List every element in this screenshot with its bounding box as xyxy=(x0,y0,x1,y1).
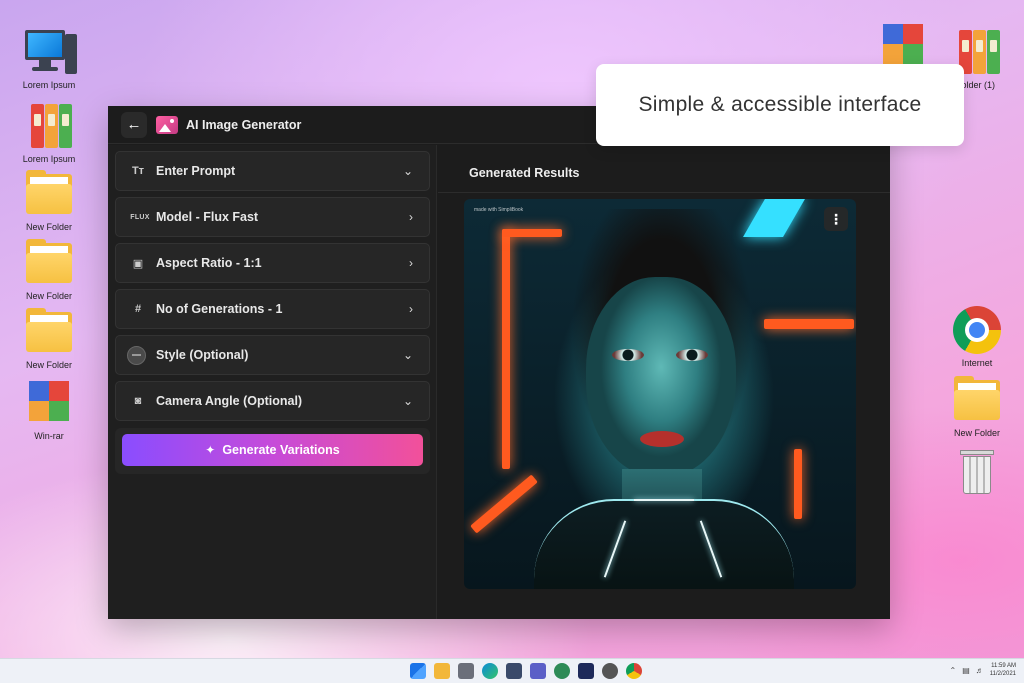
generate-container: ✦ Generate Variations xyxy=(115,428,430,474)
aspect-ratio-icon: ▣ xyxy=(132,257,144,270)
option-label: Model - Flux Fast xyxy=(156,210,259,224)
option-label: Camera Angle (Optional) xyxy=(156,394,303,408)
option-style[interactable]: Style (Optional) ⌄ xyxy=(115,335,430,375)
maps-icon[interactable] xyxy=(554,663,570,679)
file-explorer-icon[interactable] xyxy=(434,663,450,679)
chrome-icon xyxy=(951,304,1003,356)
camera-app-icon[interactable] xyxy=(458,663,474,679)
clock-date: 11/2/2021 xyxy=(989,671,1016,677)
text-icon: Tт xyxy=(131,165,145,177)
chrome-taskbar-icon[interactable] xyxy=(626,663,642,679)
folder-icon xyxy=(23,306,75,358)
desktop-icon-folder-3[interactable]: New Folder xyxy=(14,306,84,371)
desktop-icon-binders[interactable]: Lorem Ipsum xyxy=(14,100,84,165)
option-label: Aspect Ratio - 1:1 xyxy=(156,256,262,270)
app-window: ← AI Image Generator Tт Enter Prompt ⌄ F… xyxy=(108,106,890,619)
more-vertical-icon: ⋮ xyxy=(829,211,843,227)
image-watermark: made with SimpliBook xyxy=(474,207,524,213)
desktop-icon-internet[interactable]: Internet xyxy=(942,304,1012,369)
desktop-icon-folder-right[interactable]: New Folder xyxy=(942,374,1012,439)
option-label: No of Generations - 1 xyxy=(156,302,283,316)
camera-icon: ◙ xyxy=(134,395,142,407)
computer-icon xyxy=(23,26,77,78)
network-icon[interactable]: ▤ xyxy=(962,666,970,675)
active-app-icon[interactable] xyxy=(578,663,594,679)
option-model[interactable]: FLUX Model - Flux Fast › xyxy=(115,197,430,237)
chevron-right-icon: › xyxy=(409,210,413,224)
taskbar: ⌃ ▤ ♬ 11:59 AM 11/2/2021 xyxy=(0,658,1024,683)
flux-icon: FLUX xyxy=(130,213,150,221)
feature-callout: Simple & accessible interface xyxy=(596,64,964,146)
chevron-right-icon: › xyxy=(409,302,413,316)
desktop-icon-recycle-bin[interactable] xyxy=(942,446,1012,498)
more-options-button[interactable]: ⋮ xyxy=(824,207,848,231)
callout-text: Simple & accessible interface xyxy=(638,93,922,116)
desktop-icon-label: New Folder xyxy=(25,360,72,370)
folder-icon xyxy=(23,168,75,220)
generate-button-label: Generate Variations xyxy=(222,443,340,457)
settings-gear-icon[interactable] xyxy=(602,663,618,679)
desktop-icon-label: Lorem Ipsum xyxy=(22,80,76,90)
chevron-down-icon: ⌄ xyxy=(402,164,413,178)
winrar-icon xyxy=(23,377,75,429)
results-title: Generated Results xyxy=(469,166,580,180)
windows-start-icon[interactable] xyxy=(410,663,426,679)
style-icon xyxy=(126,345,148,365)
back-button[interactable]: ← xyxy=(121,111,147,138)
desktop-icon-label: folder (1) xyxy=(958,80,995,90)
sparkle-icon: ✦ xyxy=(205,443,216,457)
store-icon[interactable] xyxy=(506,663,522,679)
chevron-down-icon: ⌄ xyxy=(402,394,413,408)
recycle-bin-icon xyxy=(951,446,1003,498)
option-label: Style (Optional) xyxy=(156,348,249,362)
system-tray: ⌃ ▤ ♬ 11:59 AM 11/2/2021 xyxy=(949,662,1016,678)
volume-icon[interactable]: ♬ xyxy=(976,666,984,675)
settings-panel: Tт Enter Prompt ⌄ FLUX Model - Flux Fast… xyxy=(108,145,437,619)
chevron-right-icon: › xyxy=(409,256,413,270)
option-aspect-ratio[interactable]: ▣ Aspect Ratio - 1:1 › xyxy=(115,243,430,283)
edge-icon[interactable] xyxy=(482,663,498,679)
hash-icon: # xyxy=(134,303,142,315)
folder-icon xyxy=(23,237,75,289)
folder-icon xyxy=(951,374,1003,426)
image-icon xyxy=(156,115,178,134)
desktop-icon-label: New Folder xyxy=(25,291,72,301)
desktop-icon-label: New Folder xyxy=(953,428,1000,438)
results-panel: Generated Results made with SimpliBook ⋮ xyxy=(438,145,890,619)
option-generations[interactable]: # No of Generations - 1 › xyxy=(115,289,430,329)
option-label: Enter Prompt xyxy=(156,164,236,178)
desktop-icon-label: New Folder xyxy=(25,222,72,232)
option-enter-prompt[interactable]: Tт Enter Prompt ⌄ xyxy=(115,151,430,191)
divider xyxy=(438,192,890,193)
option-camera-angle[interactable]: ◙ Camera Angle (Optional) ⌄ xyxy=(115,381,430,421)
generate-variations-button[interactable]: ✦ Generate Variations xyxy=(122,434,423,466)
desktop-icon-label: Lorem Ipsum xyxy=(22,154,76,164)
desktop-icon-folder-2[interactable]: New Folder xyxy=(14,237,84,302)
taskbar-apps xyxy=(410,663,642,679)
chevron-up-icon[interactable]: ⌃ xyxy=(949,666,956,675)
desktop-icon-computer[interactable]: Lorem Ipsum xyxy=(14,26,84,91)
generated-image[interactable]: made with SimpliBook ⋮ xyxy=(464,199,856,589)
teams-icon[interactable] xyxy=(530,663,546,679)
desktop-icon-label: Internet xyxy=(961,358,993,368)
binders-icon xyxy=(23,100,75,152)
desktop-icon-label: Win-rar xyxy=(34,431,64,441)
app-title: AI Image Generator xyxy=(186,117,302,132)
desktop-icon-winrar[interactable]: Win-rar xyxy=(14,377,84,442)
arrow-left-icon: ← xyxy=(126,116,142,133)
clock-time: 11:59 AM xyxy=(991,663,1016,669)
desktop-icon-folder-1[interactable]: New Folder xyxy=(14,168,84,233)
chevron-down-icon: ⌄ xyxy=(402,348,413,362)
clock[interactable]: 11:59 AM 11/2/2021 xyxy=(990,662,1016,678)
